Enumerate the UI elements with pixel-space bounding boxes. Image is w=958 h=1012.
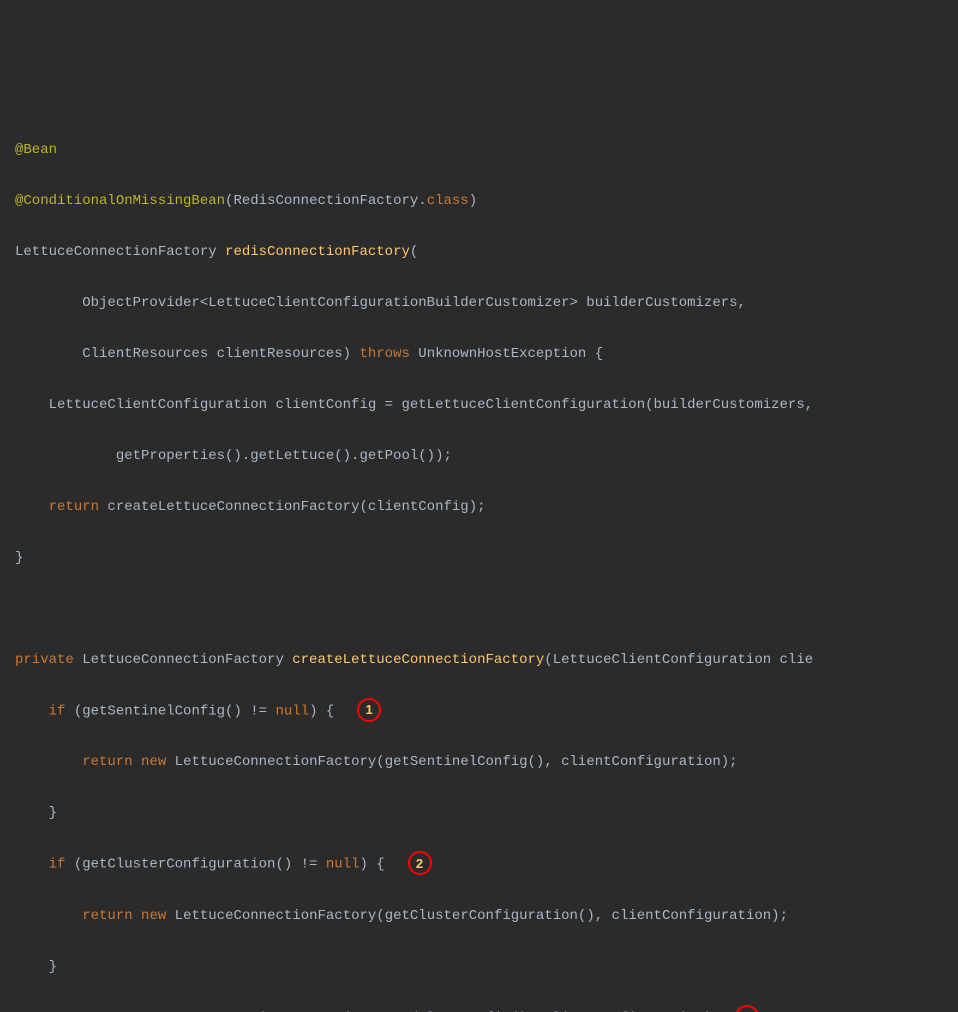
- code-line: }: [15, 546, 958, 572]
- code-line: return new LettuceConnectionFactory(getS…: [15, 750, 958, 776]
- annotation-badge-2: 2: [408, 851, 432, 875]
- code-line: LettuceClientConfiguration clientConfig …: [15, 393, 958, 419]
- code-line: @ConditionalOnMissingBean(RedisConnectio…: [15, 189, 958, 215]
- keyword-token: class: [427, 193, 469, 209]
- code-line: LettuceConnectionFactory redisConnection…: [15, 240, 958, 266]
- method-decl-token: redisConnectionFactory: [225, 244, 410, 260]
- code-line: ObjectProvider<LettuceClientConfiguratio…: [15, 291, 958, 317]
- punct-token: ): [469, 193, 477, 209]
- punct-token: (: [410, 244, 418, 260]
- code-line: }: [15, 955, 958, 981]
- punct-token: }: [15, 550, 23, 566]
- indent-token: [15, 703, 49, 719]
- code-line: if (getSentinelConfig() != null) { 1: [15, 699, 958, 725]
- indent-token: [15, 1011, 49, 1012]
- ident-token: (getClusterConfiguration() !=: [65, 857, 325, 873]
- indent-token: [15, 499, 49, 515]
- punct-token: }: [15, 959, 57, 975]
- code-line: [15, 597, 958, 623]
- ident-token: (LettuceClientConfiguration clie: [544, 652, 813, 668]
- keyword-token: return: [82, 754, 132, 770]
- ident-token: createLettuceConnectionFactory(clientCon…: [99, 499, 485, 515]
- ident-token: UnknownHostException {: [410, 346, 603, 362]
- code-line: }: [15, 801, 958, 827]
- ident-token: ) {: [309, 703, 334, 719]
- code-line: getProperties().getLettuce().getPool());: [15, 444, 958, 470]
- punct-token: }: [15, 805, 57, 821]
- keyword-token: if: [49, 857, 66, 873]
- ident-token: LettuceConnectionFactory(getStandaloneCo…: [133, 1011, 721, 1012]
- ident-token: getProperties().getLettuce().getPool());: [15, 448, 452, 464]
- keyword-token: return: [82, 908, 132, 924]
- code-line: if (getClusterConfiguration() != null) {…: [15, 852, 958, 878]
- space-token: [133, 908, 141, 924]
- indent-token: [15, 908, 82, 924]
- keyword-token: if: [49, 703, 66, 719]
- annotation-token: @ConditionalOnMissingBean: [15, 193, 225, 209]
- keyword-token: new: [141, 754, 166, 770]
- code-line: return new LettuceConnectionFactory(getC…: [15, 904, 958, 930]
- annotation-badge-1: 1: [357, 698, 381, 722]
- keyword-token: return: [49, 1011, 99, 1012]
- space-token: [133, 754, 141, 770]
- annotation-token: @Bean: [15, 142, 57, 158]
- indent-token: [15, 754, 82, 770]
- type-token: RedisConnectionFactory: [233, 193, 418, 209]
- punct-token: .: [418, 193, 426, 209]
- space-token: [99, 1011, 107, 1012]
- param-token: ClientResources clientResources): [15, 346, 359, 362]
- keyword-token: return: [49, 499, 99, 515]
- code-line: @Bean: [15, 138, 958, 164]
- code-line: return new LettuceConnectionFactory(getS…: [15, 1006, 958, 1012]
- ident-token: LettuceConnectionFactory(getSentinelConf…: [166, 754, 737, 770]
- code-line: private LettuceConnectionFactory createL…: [15, 648, 958, 674]
- method-decl-token: createLettuceConnectionFactory: [292, 652, 544, 668]
- keyword-token: null: [275, 703, 309, 719]
- annotation-badge-3: 3: [735, 1005, 759, 1012]
- type-token: LettuceConnectionFactory: [74, 652, 292, 668]
- param-token: ObjectProvider<LettuceClientConfiguratio…: [15, 295, 746, 311]
- keyword-token: throws: [359, 346, 409, 362]
- code-line: ClientResources clientResources) throws …: [15, 342, 958, 368]
- ident-token: ) {: [359, 857, 384, 873]
- type-token: LettuceConnectionFactory: [15, 244, 225, 260]
- ident-token: LettuceClientConfiguration clientConfig …: [15, 397, 813, 413]
- ident-token: LettuceConnectionFactory(getClusterConfi…: [166, 908, 788, 924]
- keyword-token: null: [326, 857, 360, 873]
- indent-token: [15, 857, 49, 873]
- keyword-token: new: [141, 908, 166, 924]
- ident-token: (getSentinelConfig() !=: [65, 703, 275, 719]
- code-editor-view: @Bean @ConditionalOnMissingBean(RedisCon…: [15, 112, 958, 1012]
- code-line: return createLettuceConnectionFactory(cl…: [15, 495, 958, 521]
- keyword-token: private: [15, 652, 74, 668]
- keyword-token: new: [107, 1011, 132, 1012]
